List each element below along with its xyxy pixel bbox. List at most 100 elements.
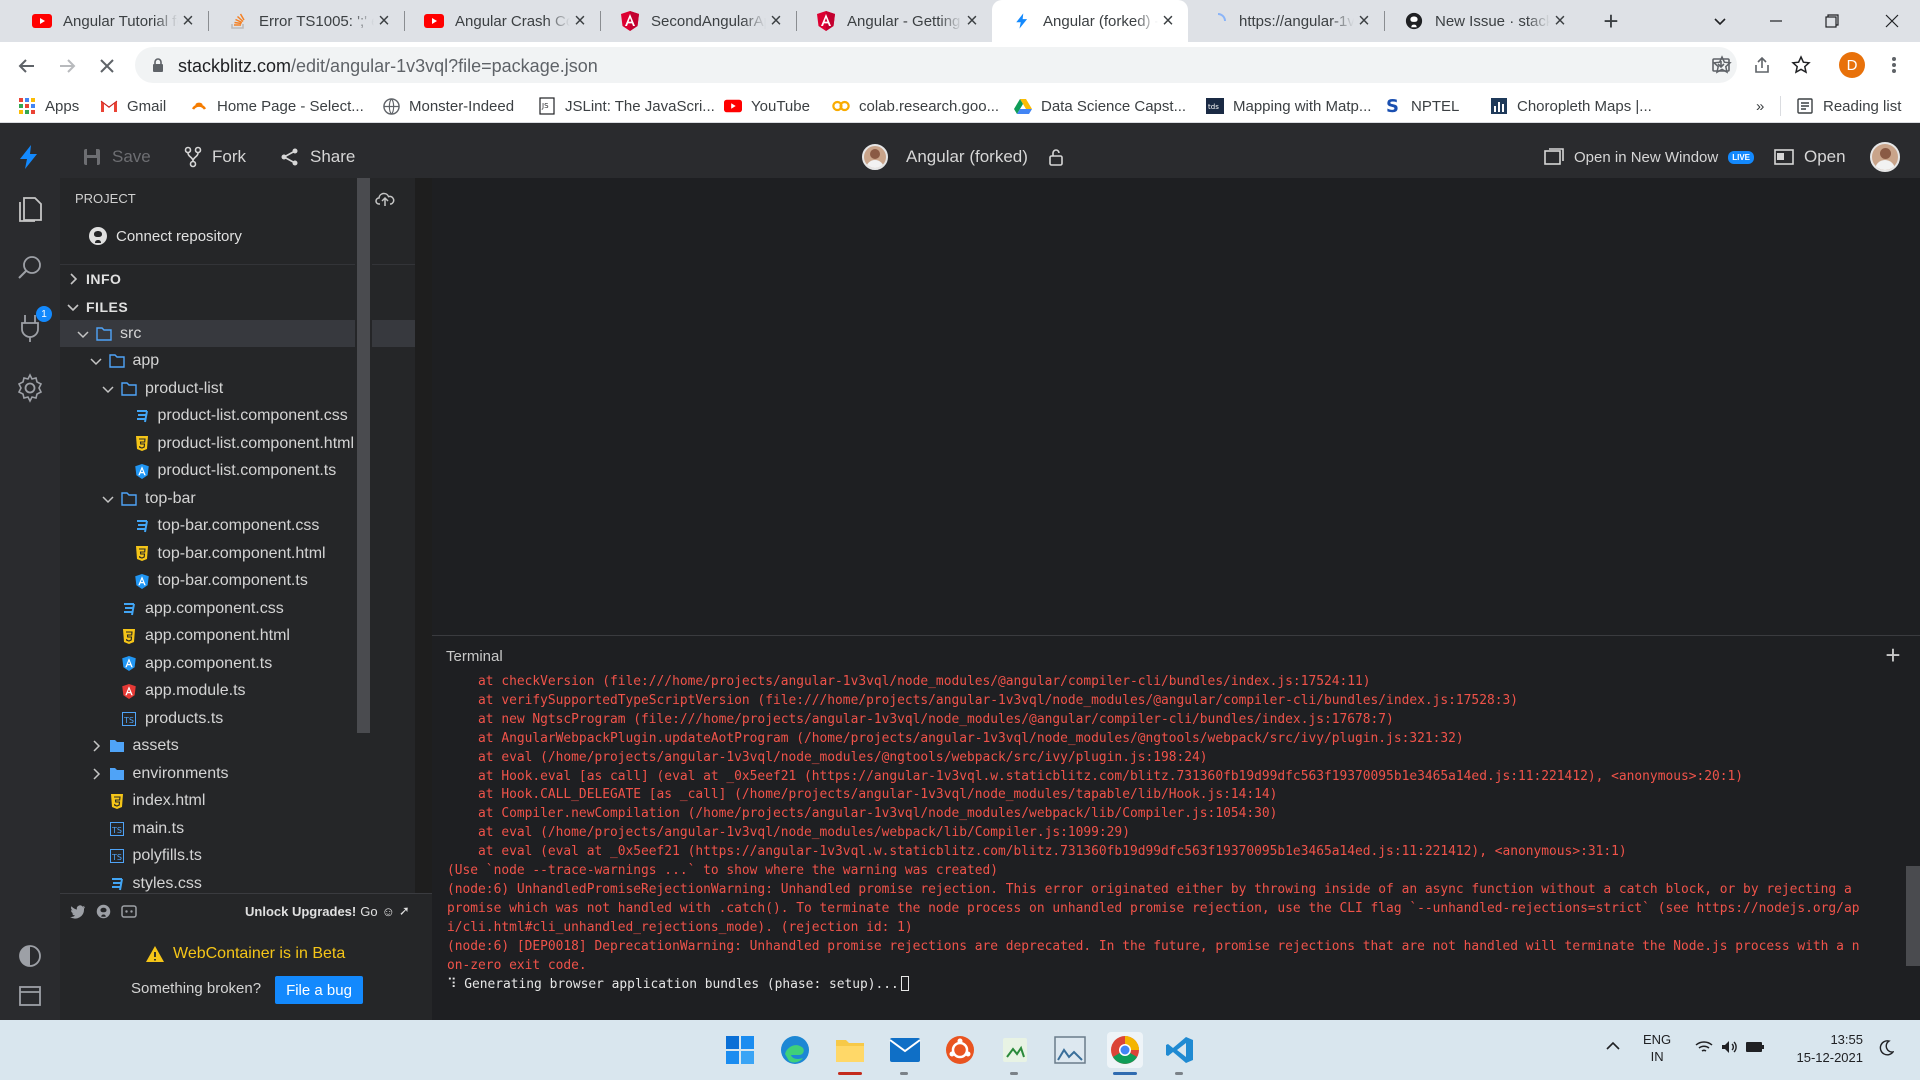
back-button[interactable] bbox=[12, 51, 42, 81]
vscode-icon[interactable] bbox=[1162, 1032, 1198, 1068]
windows-taskbar: ENG IN 13:55 15-12-2021 bbox=[0, 1020, 1920, 1080]
layout-toggle-button[interactable] bbox=[14, 980, 46, 1012]
preview-pane[interactable] bbox=[432, 178, 1920, 635]
browser-tab[interactable]: Error TS1005: ';' exp× bbox=[208, 0, 404, 42]
browser-tab[interactable]: Angular Crash Cour× bbox=[404, 0, 600, 42]
language-indicator[interactable]: ENG IN bbox=[1643, 1031, 1671, 1065]
explorer-activity-button[interactable] bbox=[14, 192, 46, 224]
browser-tab[interactable]: Angular (forked) - S× bbox=[992, 0, 1188, 42]
excel-like-icon[interactable] bbox=[997, 1032, 1033, 1068]
panel-layout-icon bbox=[19, 986, 41, 1006]
new-tab-button[interactable]: + bbox=[1596, 6, 1626, 36]
browser-tab[interactable]: Angular Tutorial for × bbox=[12, 0, 208, 42]
show-hidden-icons-button[interactable] bbox=[1605, 1040, 1621, 1052]
terminal-output[interactable]: at checkVersion (file:///home/projects/a… bbox=[447, 673, 1902, 994]
photos-icon[interactable] bbox=[1052, 1032, 1088, 1068]
stop-loading-button[interactable] bbox=[92, 51, 122, 81]
search-activity-button[interactable] bbox=[14, 252, 46, 284]
terminal-line: at eval (eval at _0x5eef21 (https://angu… bbox=[447, 844, 1627, 860]
chrome-icon[interactable] bbox=[1107, 1032, 1143, 1068]
kebab-menu-icon[interactable] bbox=[1883, 54, 1905, 76]
restore-window-button[interactable] bbox=[1804, 0, 1860, 42]
github-icon[interactable] bbox=[96, 904, 111, 919]
tab-title: https://angular-1v bbox=[1239, 12, 1354, 30]
save-button[interactable]: Save bbox=[82, 136, 151, 178]
share-button[interactable]: Share bbox=[280, 136, 355, 178]
file-explorer-running-indicator bbox=[838, 1072, 862, 1075]
settings-activity-button[interactable] bbox=[14, 372, 46, 404]
extensions-activity-button[interactable]: 1 bbox=[14, 306, 52, 344]
speaker-icon bbox=[1722, 1041, 1737, 1053]
unlock-upgrades-link[interactable]: Unlock Upgrades! Go ☺ ➚ bbox=[245, 903, 410, 919]
browser-tab[interactable]: https://angular-1v × bbox=[1188, 0, 1384, 42]
minimize-window-button[interactable] bbox=[1748, 0, 1804, 42]
browser-tab[interactable]: New Issue · stackbl× bbox=[1384, 0, 1580, 42]
stackblitz-logo[interactable] bbox=[18, 136, 40, 178]
profile-avatar[interactable]: D bbox=[1839, 52, 1865, 78]
bookmark-item[interactable]: colab.research.goo... bbox=[832, 94, 999, 118]
lock-icon[interactable] bbox=[147, 54, 169, 76]
share-icon[interactable] bbox=[1751, 54, 1773, 76]
close-tab-icon[interactable]: × bbox=[1354, 11, 1374, 31]
bookmark-item[interactable]: S NPTEL bbox=[1384, 94, 1459, 118]
reading-list-button[interactable]: Reading list bbox=[1796, 94, 1901, 118]
edge-icon[interactable] bbox=[777, 1032, 813, 1068]
search-icon bbox=[18, 256, 41, 279]
cloud-upload-icon[interactable] bbox=[375, 190, 395, 208]
terminal-scrollbar-thumb[interactable] bbox=[1906, 866, 1920, 966]
bookmark-item[interactable]: Home Page - Select... bbox=[190, 94, 364, 118]
system-tray-icons[interactable] bbox=[1695, 1040, 1765, 1054]
windows-start-icon[interactable] bbox=[722, 1032, 758, 1068]
account-avatar[interactable] bbox=[1870, 136, 1900, 178]
open-button[interactable]: Open bbox=[1774, 136, 1846, 178]
new-window-icon bbox=[1544, 148, 1564, 165]
close-tab-icon[interactable]: × bbox=[178, 11, 198, 31]
reading-list-icon bbox=[1796, 97, 1814, 115]
bookmark-item[interactable]: tds Mapping with Matp... bbox=[1206, 94, 1371, 118]
close-tab-icon[interactable]: × bbox=[962, 11, 982, 31]
terminal-line: at new NgtscProgram (file:///home/projec… bbox=[447, 711, 1394, 727]
forward-button[interactable] bbox=[52, 51, 82, 81]
open-new-window-button[interactable]: Open in New Window LIVE bbox=[1544, 136, 1755, 178]
twitter-icon[interactable] bbox=[70, 904, 86, 919]
bookmark-item[interactable]: Apps bbox=[18, 94, 79, 118]
css-file-icon bbox=[134, 518, 150, 534]
typescript-file-icon: TS bbox=[109, 848, 125, 864]
install-app-icon[interactable] bbox=[1710, 54, 1732, 76]
unlock-go-label: Go bbox=[360, 903, 378, 919]
browser-tab[interactable]: Angular - Getting s × bbox=[796, 0, 992, 42]
project-title-group[interactable]: Angular (forked) bbox=[862, 136, 1064, 178]
new-terminal-button[interactable]: + bbox=[1880, 640, 1906, 670]
tab-search-button[interactable] bbox=[1692, 0, 1748, 42]
bookmark-item[interactable]: Data Science Capst... bbox=[1014, 94, 1186, 118]
bookmark-item[interactable]: YouTube bbox=[724, 94, 810, 118]
terminal-panel[interactable]: Terminal + at checkVersion (file:///home… bbox=[432, 636, 1920, 1020]
close-tab-icon[interactable]: × bbox=[570, 11, 590, 31]
address-bar[interactable]: stackblitz.com/edit/angular-1v3vql?file=… bbox=[135, 47, 1737, 83]
sidebar-scrollbar-thumb[interactable] bbox=[357, 178, 370, 733]
file-explorer-icon[interactable] bbox=[832, 1032, 868, 1068]
clock[interactable]: 13:55 15-12-2021 bbox=[1793, 1031, 1864, 1067]
discord-icon[interactable] bbox=[121, 904, 137, 919]
close-tab-icon[interactable]: × bbox=[1550, 11, 1570, 31]
bookmark-item[interactable]: Choropleth Maps |... bbox=[1490, 94, 1652, 118]
browser-tab[interactable]: SecondAngularApp× bbox=[600, 0, 796, 42]
bookmark-item[interactable]: Gmail bbox=[100, 94, 166, 118]
fork-button[interactable]: Fork bbox=[184, 136, 246, 178]
mail-icon[interactable] bbox=[887, 1032, 923, 1068]
bookmarks-overflow-button[interactable]: » bbox=[1756, 94, 1764, 118]
connect-repository-button[interactable]: Connect repository bbox=[88, 226, 242, 246]
notification-center-button[interactable] bbox=[1878, 1040, 1894, 1056]
theme-toggle-button[interactable] bbox=[14, 940, 46, 972]
close-tab-icon[interactable]: × bbox=[766, 11, 786, 31]
close-window-button[interactable] bbox=[1864, 0, 1920, 42]
bookmarks-star-icon[interactable] bbox=[1790, 54, 1812, 76]
bookmark-item[interactable]: JS JSLint: The JavaScri... bbox=[538, 94, 715, 118]
gmail-icon bbox=[100, 97, 118, 115]
bookmark-item[interactable]: Monster-Indeed bbox=[382, 94, 514, 118]
ubuntu-icon[interactable] bbox=[942, 1032, 978, 1068]
file-a-bug-button[interactable]: File a bug bbox=[275, 976, 363, 1004]
close-tab-icon[interactable]: × bbox=[1158, 11, 1178, 31]
close-tab-icon[interactable]: × bbox=[374, 11, 394, 31]
